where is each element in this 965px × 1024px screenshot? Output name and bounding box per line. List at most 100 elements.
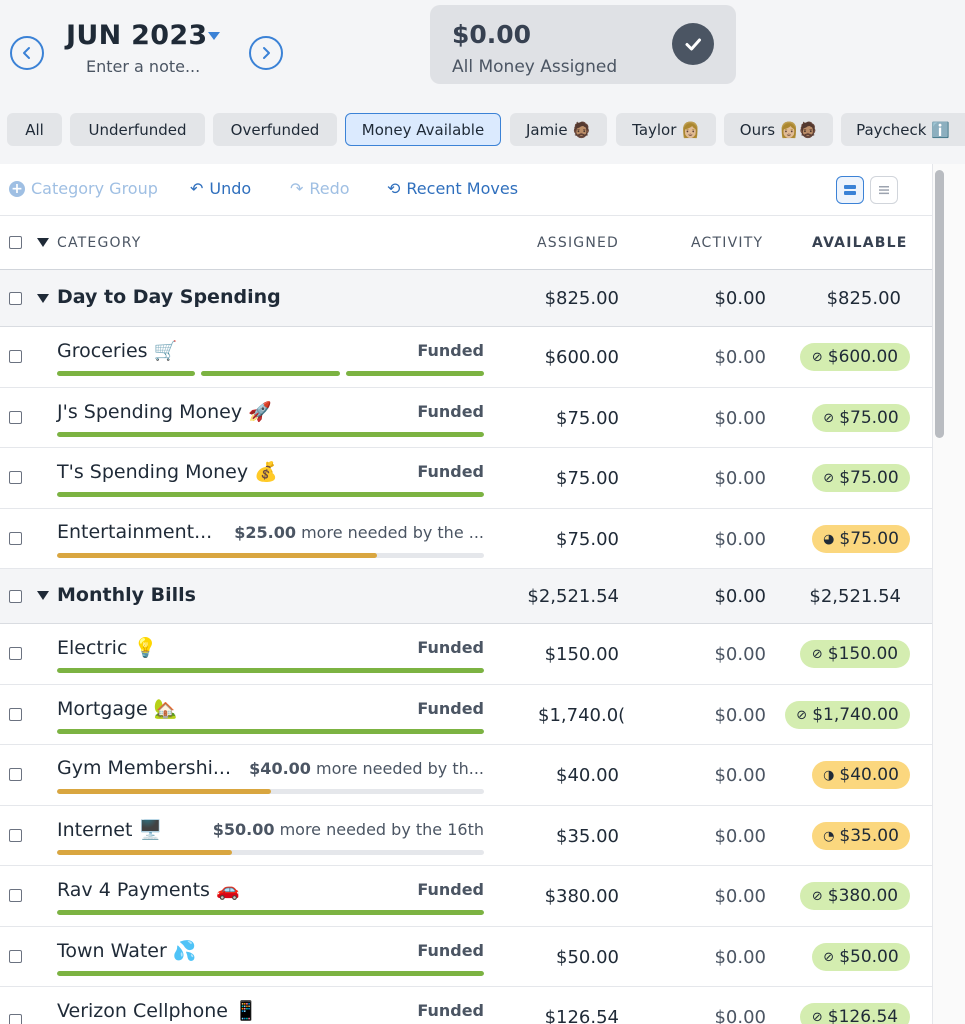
row-checkbox[interactable] [9, 950, 22, 963]
category-name[interactable]: Town Water 💦 [57, 939, 197, 962]
assigned-amount[interactable]: $40.00 [556, 765, 619, 786]
category-row[interactable]: Electric 💡 Funded $150.00 $0.00 ⊘ $150.00 [0, 624, 932, 685]
category-row[interactable]: J's Spending Money 🚀 Funded $75.00 $0.00… [0, 388, 932, 448]
category-name[interactable]: Electric 💡 [57, 636, 157, 659]
group-checkbox[interactable] [9, 590, 22, 603]
activity-amount[interactable]: $0.00 [714, 644, 766, 665]
filter-taylor[interactable]: Taylor 👩🏼 [616, 113, 716, 146]
row-checkbox[interactable] [9, 411, 22, 424]
activity-amount[interactable]: $0.00 [714, 765, 766, 786]
scrollbar-thumb[interactable] [935, 170, 944, 438]
row-checkbox[interactable] [9, 647, 22, 660]
expanded-view-toggle[interactable] [836, 176, 864, 204]
previous-month-button[interactable] [10, 36, 44, 70]
row-checkbox[interactable] [9, 471, 22, 484]
month-dropdown-caret-icon[interactable] [208, 32, 220, 40]
activity-amount[interactable]: $0.00 [714, 468, 766, 489]
available-pill[interactable]: ⊘ $380.00 [800, 882, 910, 910]
available-pill[interactable]: ⊘ $126.54 [800, 1003, 910, 1024]
activity-amount[interactable]: $0.00 [714, 826, 766, 847]
assigned-amount[interactable]: $35.00 [556, 826, 619, 847]
category-name[interactable]: Rav 4 Payments 🚗 [57, 878, 240, 901]
available-pill[interactable]: ⊘ $600.00 [800, 343, 910, 371]
category-name[interactable]: Mortgage 🏡 [57, 697, 177, 720]
activity-amount[interactable]: $0.00 [714, 705, 766, 726]
add-category-group-button[interactable]: + Category Group [9, 179, 158, 198]
filter-overfunded[interactable]: Overfunded [213, 113, 337, 146]
category-row[interactable]: Verizon Cellphone 📱 Funded $126.54 $0.00… [0, 987, 932, 1024]
collapse-all-caret-icon[interactable] [37, 238, 49, 247]
category-row[interactable]: Rav 4 Payments 🚗 Funded $380.00 $0.00 ⊘ $… [0, 866, 932, 927]
row-checkbox[interactable] [9, 708, 22, 721]
assigned-amount[interactable]: $50.00 [556, 947, 619, 968]
filter-paycheck[interactable]: Paycheck ℹ️ [841, 113, 965, 146]
category-name[interactable]: Gym Membershi... [57, 757, 231, 779]
row-checkbox[interactable] [9, 350, 22, 363]
undo-label: Undo [209, 179, 252, 198]
ready-to-assign-card[interactable]: $0.00 All Money Assigned [430, 5, 736, 84]
compact-view-toggle[interactable] [870, 176, 898, 204]
group-name[interactable]: Monthly Bills [57, 584, 196, 606]
funding-status: Funded [417, 699, 484, 718]
collapse-caret-icon[interactable] [37, 591, 49, 600]
plus-circle-icon: + [9, 180, 25, 197]
category-name[interactable]: T's Spending Money 💰 [57, 460, 278, 483]
category-row[interactable]: Town Water 💦 Funded $50.00 $0.00 ⊘ $50.00 [0, 927, 932, 987]
category-name[interactable]: Internet 🖥️ [57, 818, 162, 841]
available-pill[interactable]: ◕ $75.00 [812, 525, 910, 553]
filter-all[interactable]: All [7, 113, 62, 146]
category-row[interactable]: Mortgage 🏡 Funded $1,740.0( $0.00 ⊘ $1,74… [0, 685, 932, 745]
redo-button[interactable]: ↷ Redo [290, 179, 350, 198]
group-name[interactable]: Day to Day Spending [57, 286, 281, 308]
recent-moves-button[interactable]: ⟲ Recent Moves [387, 179, 518, 198]
row-checkbox[interactable] [9, 768, 22, 781]
assigned-amount[interactable]: $600.00 [545, 347, 619, 368]
assigned-amount[interactable]: $1,740.0( [538, 705, 628, 726]
month-note[interactable]: Enter a note... [86, 57, 200, 76]
category-name[interactable]: Verizon Cellphone 📱 [57, 999, 258, 1022]
available-pill[interactable]: ⊘ $75.00 [812, 464, 910, 492]
assigned-amount[interactable]: $75.00 [556, 468, 619, 489]
row-checkbox[interactable] [9, 532, 22, 545]
available-pill[interactable]: ⊘ $50.00 [812, 943, 910, 971]
activity-amount[interactable]: $0.00 [714, 347, 766, 368]
filter-underfunded[interactable]: Underfunded [70, 113, 205, 146]
activity-amount[interactable]: $0.00 [714, 408, 766, 429]
available-pill[interactable]: ⊘ $75.00 [812, 404, 910, 432]
activity-amount[interactable]: $0.00 [714, 947, 766, 968]
available-pill[interactable]: ◑ $40.00 [812, 761, 910, 789]
next-month-button[interactable] [249, 36, 283, 70]
category-group-row[interactable]: Day to Day Spending $825.00 $0.00 $825.0… [0, 270, 932, 327]
category-group-row[interactable]: Monthly Bills $2,521.54 $0.00 $2,521.54 [0, 569, 932, 624]
category-row[interactable]: T's Spending Money 💰 Funded $75.00 $0.00… [0, 448, 932, 509]
group-checkbox[interactable] [9, 292, 22, 305]
available-pill[interactable]: ⊘ $150.00 [800, 640, 910, 668]
filter-jamie[interactable]: Jamie 🧔🏽 [510, 113, 607, 146]
select-all-checkbox[interactable] [9, 236, 22, 249]
assigned-amount[interactable]: $126.54 [545, 1007, 619, 1024]
assigned-amount[interactable]: $380.00 [545, 886, 619, 907]
category-row[interactable]: Gym Membershi... $40.00 more needed by t… [0, 745, 932, 806]
assigned-amount[interactable]: $75.00 [556, 529, 619, 550]
category-row[interactable]: Entertainment... $25.00 more needed by t… [0, 509, 932, 569]
collapse-caret-icon[interactable] [37, 294, 49, 303]
category-name[interactable]: J's Spending Money 🚀 [57, 400, 272, 423]
available-pill[interactable]: ⊘ $1,740.00 [785, 701, 910, 729]
category-name[interactable]: Entertainment... [57, 521, 212, 543]
filter-money-available[interactable]: Money Available [345, 113, 501, 146]
assigned-amount[interactable]: $150.00 [545, 644, 619, 665]
row-checkbox[interactable] [9, 889, 22, 902]
category-row[interactable]: Internet 🖥️ $50.00 more needed by the 16… [0, 806, 932, 866]
activity-amount[interactable]: $0.00 [714, 886, 766, 907]
row-checkbox[interactable] [9, 829, 22, 842]
filter-ours[interactable]: Ours 👩🏼🧔🏽 [724, 113, 833, 146]
activity-amount[interactable]: $0.00 [714, 529, 766, 550]
month-title[interactable]: JUN 2023 [66, 20, 208, 51]
undo-button[interactable]: ↶ Undo [190, 179, 251, 198]
available-pill[interactable]: ◔ $35.00 [812, 822, 910, 850]
category-name[interactable]: Groceries 🛒 [57, 339, 177, 362]
activity-amount[interactable]: $0.00 [714, 1007, 766, 1024]
row-checkbox[interactable] [9, 1014, 22, 1024]
category-row[interactable]: Groceries 🛒 Funded $600.00 $0.00 ⊘ $600.0… [0, 327, 932, 388]
assigned-amount[interactable]: $75.00 [556, 408, 619, 429]
